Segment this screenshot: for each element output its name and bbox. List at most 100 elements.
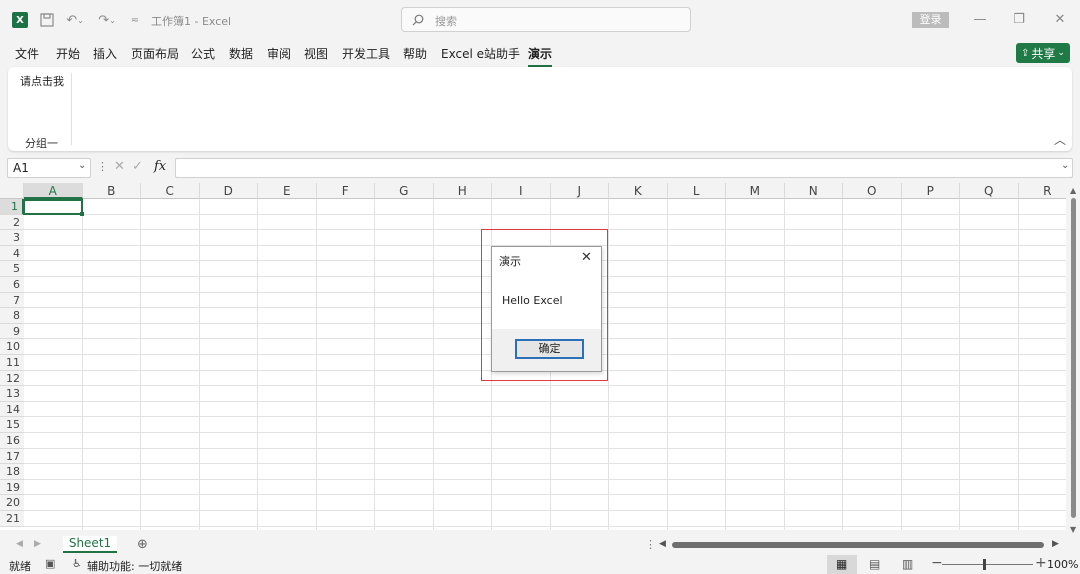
tab-file[interactable]: 文件 xyxy=(15,45,39,62)
scroll-right-icon[interactable]: ▶ xyxy=(1052,539,1059,549)
row-header[interactable]: 5 xyxy=(0,261,24,277)
save-icon[interactable] xyxy=(40,12,54,28)
row-header[interactable]: 19 xyxy=(0,479,24,496)
zoom-out-icon[interactable]: − xyxy=(931,555,943,571)
normal-view-button[interactable]: ▦ xyxy=(827,555,857,574)
row-header[interactable]: 13 xyxy=(0,386,24,402)
zoom-slider[interactable] xyxy=(942,564,1033,565)
row-header[interactable]: 20 xyxy=(0,495,24,511)
row-header[interactable]: 16 xyxy=(0,433,24,449)
row-header[interactable]: 15 xyxy=(0,417,24,433)
row-header[interactable]: 11 xyxy=(0,355,24,371)
row-header[interactable]: 9 xyxy=(0,323,24,340)
tab-review[interactable]: 审阅 xyxy=(267,45,291,62)
login-button[interactable]: 登录 xyxy=(912,12,949,28)
column-header[interactable]: K xyxy=(609,183,668,199)
tab-view[interactable]: 视图 xyxy=(304,45,328,62)
accessibility-status[interactable]: 辅助功能: 一切就绪 xyxy=(87,558,182,574)
zoom-slider-thumb[interactable] xyxy=(983,559,986,570)
column-header[interactable]: B xyxy=(82,183,141,199)
more-options-icon[interactable]: ⋮ xyxy=(97,160,108,173)
scroll-up-icon[interactable]: ▲ xyxy=(1070,186,1076,195)
column-header[interactable]: D xyxy=(199,183,258,199)
row-header[interactable]: 6 xyxy=(0,277,24,293)
row-header[interactable]: 17 xyxy=(0,448,24,465)
ribbon-button-click-me[interactable]: 请点击我 xyxy=(20,73,64,89)
prev-sheet-icon[interactable]: ◀ xyxy=(16,539,23,549)
tab-developer[interactable]: 开发工具 xyxy=(342,45,390,62)
vertical-scroll-thumb[interactable] xyxy=(1071,198,1076,518)
expand-formula-bar-icon[interactable]: ⌄ xyxy=(1061,160,1069,171)
column-header[interactable]: L xyxy=(667,183,726,199)
split-handle-icon[interactable]: ⋮ xyxy=(645,538,656,551)
tab-home[interactable]: 开始 xyxy=(56,45,80,62)
page-layout-view-icon[interactable]: ▤ xyxy=(869,557,880,571)
restore-icon[interactable]: ❐ xyxy=(1011,12,1027,28)
enter-icon[interactable]: ✓ xyxy=(132,159,143,174)
tab-page-layout[interactable]: 页面布局 xyxy=(131,45,179,62)
column-header[interactable]: G xyxy=(375,183,434,199)
column-header[interactable]: N xyxy=(784,183,843,199)
name-box[interactable]: A1 ⌄ xyxy=(7,158,91,178)
zoom-in-icon[interactable]: + xyxy=(1035,555,1047,571)
select-all-corner[interactable] xyxy=(0,183,24,199)
sheet-tab[interactable]: Sheet1 xyxy=(63,536,117,553)
column-header[interactable]: M xyxy=(726,183,785,199)
page-break-view-icon[interactable]: ▥ xyxy=(902,557,913,571)
row-header[interactable]: 8 xyxy=(0,308,24,324)
share-button[interactable]: ⇪ 共享 ⌄ xyxy=(1016,43,1070,63)
row-header[interactable]: 21 xyxy=(0,511,24,527)
row-header[interactable]: 1 xyxy=(0,199,24,215)
row-header[interactable]: 14 xyxy=(0,401,24,418)
row-header[interactable]: 10 xyxy=(0,339,24,355)
undo-icon[interactable]: ↶ ⌄ xyxy=(64,12,86,28)
tab-data[interactable]: 数据 xyxy=(229,45,253,62)
insert-function-icon[interactable]: fx xyxy=(154,159,166,174)
row-header[interactable]: 12 xyxy=(0,370,24,387)
tab-insert[interactable]: 插入 xyxy=(93,45,117,62)
column-header[interactable]: F xyxy=(316,183,375,199)
column-header[interactable]: J xyxy=(550,183,609,199)
column-header[interactable]: A xyxy=(24,183,83,199)
row-header[interactable]: 7 xyxy=(0,292,24,309)
close-window-icon[interactable]: ✕ xyxy=(1052,12,1068,28)
column-header[interactable]: I xyxy=(492,183,551,199)
row-header[interactable]: 2 xyxy=(0,214,24,231)
ribbon: 请点击我 分组一 ︿ xyxy=(8,67,1072,151)
redo-icon[interactable]: ↷ ⌄ xyxy=(96,12,118,28)
search-input[interactable]: 搜索 xyxy=(401,7,691,32)
tab-formulas[interactable]: 公式 xyxy=(191,45,215,62)
selected-cell-a1[interactable] xyxy=(23,199,83,215)
row-header[interactable]: 18 xyxy=(0,464,24,480)
column-header[interactable]: C xyxy=(141,183,200,199)
scroll-left-icon[interactable]: ◀ xyxy=(659,539,666,549)
zoom-level[interactable]: 100% xyxy=(1047,558,1078,571)
scroll-down-icon[interactable]: ▼ xyxy=(1070,525,1076,534)
tab-demo[interactable]: 演示 xyxy=(528,45,553,67)
minimize-icon[interactable]: — xyxy=(972,12,988,28)
accessibility-icon[interactable]: ♿ xyxy=(72,557,82,570)
grid-vline xyxy=(81,199,83,530)
fill-handle[interactable] xyxy=(80,212,84,216)
collapse-ribbon-icon[interactable]: ︿ xyxy=(1054,131,1066,148)
formula-input[interactable]: ⌄ xyxy=(175,158,1073,178)
column-header[interactable]: E xyxy=(258,183,317,199)
grid-hline xyxy=(24,432,1066,433)
cancel-icon[interactable]: ✕ xyxy=(114,159,125,174)
vertical-scrollbar[interactable]: ▲ ▼ xyxy=(1066,183,1080,537)
column-header[interactable]: H xyxy=(433,183,492,199)
horizontal-scroll-thumb[interactable] xyxy=(672,542,1044,548)
column-header[interactable]: P xyxy=(901,183,960,199)
add-sheet-icon[interactable]: ⊕ xyxy=(137,537,148,552)
row-header[interactable]: 4 xyxy=(0,245,24,262)
column-header[interactable]: O xyxy=(843,183,902,199)
next-sheet-icon[interactable]: ▶ xyxy=(34,539,41,549)
tab-excel-e-helper[interactable]: Excel e站助手 xyxy=(441,45,520,62)
tab-help[interactable]: 帮助 xyxy=(403,45,427,62)
column-header[interactable]: Q xyxy=(960,183,1019,199)
chevron-down-icon[interactable]: ⌄ xyxy=(78,160,86,171)
macro-record-icon[interactable]: ▣ xyxy=(45,557,55,570)
column-header[interactable]: R xyxy=(1018,183,1066,199)
row-header[interactable]: 3 xyxy=(0,230,24,246)
customize-toolbar-icon[interactable]: ≂ xyxy=(130,12,140,28)
